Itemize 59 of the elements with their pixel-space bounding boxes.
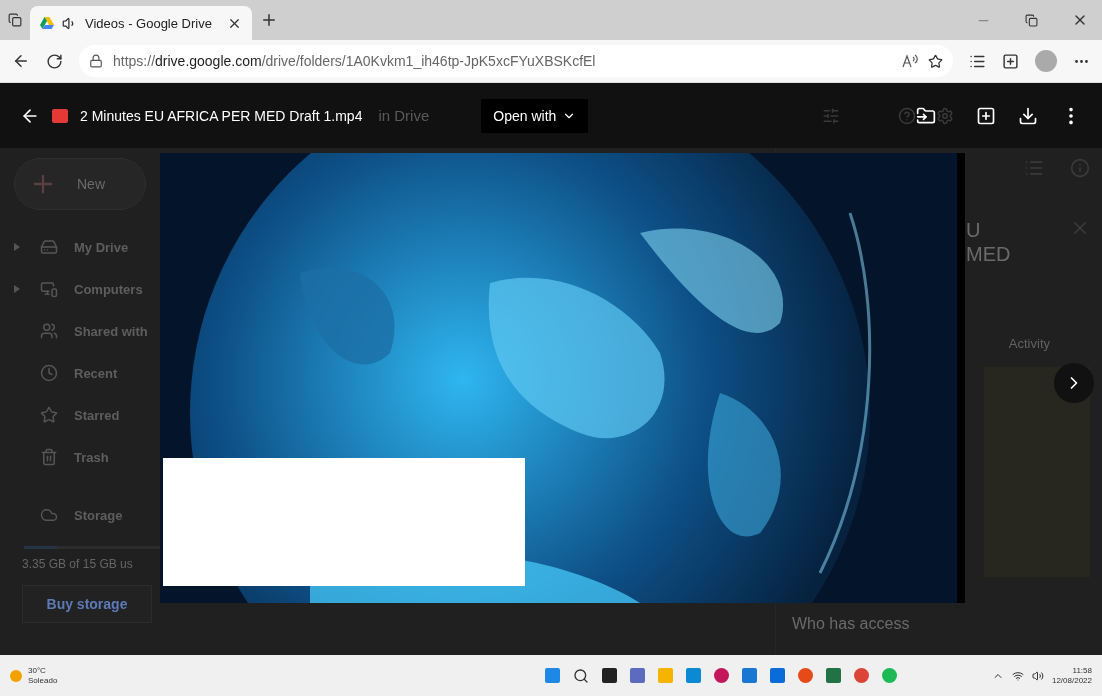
new-button[interactable]: New xyxy=(14,158,146,210)
star-icon xyxy=(40,406,58,424)
cloud-icon xyxy=(40,506,58,524)
list-view-icon xyxy=(1024,158,1044,178)
address-field[interactable]: https://drive.google.com/drive/folders/1A0Kvkm1_ih46tp-JpK5xcFYuXBSKcfEl xyxy=(79,45,953,77)
sidebar-item[interactable]: My Drive xyxy=(14,226,129,268)
weather-icon xyxy=(10,669,22,682)
search-icon[interactable] xyxy=(572,667,589,684)
details-title: MED xyxy=(966,242,1011,266)
temperature: 30°C xyxy=(28,665,47,676)
drive-icon xyxy=(40,238,58,256)
sidebar-item[interactable]: Trash xyxy=(14,436,109,478)
wifi-icon[interactable] xyxy=(1011,669,1024,682)
browser-tab[interactable]: Videos - Google Drive xyxy=(30,6,252,40)
url-text: https://drive.google.com/drive/folders/1A0Kvkm1_ih46tp-JpK5xcFYuXBSKcfEl xyxy=(113,53,596,69)
add-to-folder-icon[interactable] xyxy=(916,105,936,126)
tab-title: Videos - Google Drive xyxy=(85,15,213,31)
clock-date: 12/08/2022 xyxy=(1051,675,1092,686)
help-icon xyxy=(898,106,916,125)
taskbar-app-icon[interactable] xyxy=(601,667,617,683)
details-title: U xyxy=(966,218,982,242)
download-icon[interactable] xyxy=(1018,105,1038,126)
activity-label: Activity xyxy=(1008,336,1050,351)
trash-icon xyxy=(40,448,58,466)
sidebar-item[interactable]: Starred xyxy=(14,394,120,436)
file-name: 2 Minutes EU AFRICA PER MED Draft 1.mp4 xyxy=(80,107,363,124)
settings-icon xyxy=(936,106,954,125)
caret-icon xyxy=(14,243,20,251)
lock-icon xyxy=(89,54,103,68)
weather-condition: Soleado xyxy=(28,675,58,686)
favorite-icon[interactable] xyxy=(928,53,943,69)
sidebar-item[interactable]: Shared with xyxy=(14,310,148,352)
tab-actions-icon[interactable] xyxy=(8,13,22,27)
video-file-icon xyxy=(52,108,68,123)
refresh-icon[interactable] xyxy=(46,52,63,70)
clock-time: 11:58 xyxy=(1072,665,1092,676)
info-icon xyxy=(1070,158,1090,178)
header-text: in Drive xyxy=(378,107,430,124)
windows-logo-icon[interactable] xyxy=(544,667,560,683)
buy-storage-button[interactable]: Buy storage xyxy=(22,585,152,623)
storage-usage: 3.35 GB of 15 GB us xyxy=(22,557,133,571)
new-tab-icon[interactable] xyxy=(260,11,278,29)
collections-icon[interactable] xyxy=(1002,52,1019,70)
sliders-icon xyxy=(822,106,840,125)
back-icon[interactable] xyxy=(12,52,30,70)
computer-icon xyxy=(40,280,58,298)
comment-add-icon[interactable] xyxy=(976,105,996,126)
sidebar-item[interactable]: Computers xyxy=(14,268,143,310)
sidebar-item[interactable]: Recent xyxy=(14,352,118,394)
section-heading: Who has access xyxy=(792,615,911,633)
restore-icon[interactable] xyxy=(1025,12,1038,28)
drive-logo-icon xyxy=(40,17,54,29)
sidebar-item[interactable]: Storage xyxy=(14,494,123,536)
clock-icon xyxy=(40,364,58,382)
read-aloud-icon[interactable] xyxy=(902,54,918,68)
open-with-button[interactable]: Open with xyxy=(481,98,589,133)
people-icon xyxy=(40,322,58,340)
volume-icon[interactable] xyxy=(1031,669,1044,682)
caret-icon xyxy=(14,285,20,293)
